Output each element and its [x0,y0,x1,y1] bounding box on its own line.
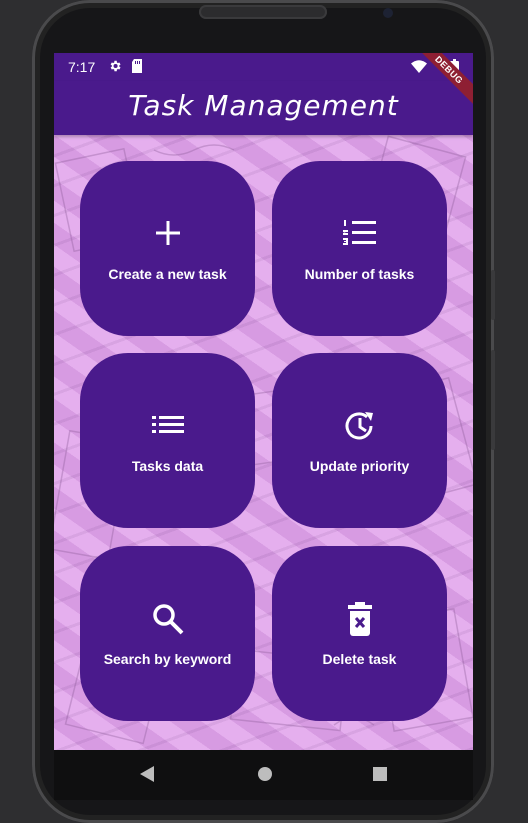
number-of-tasks-button[interactable]: Number of tasks [272,161,447,336]
trash-icon [272,602,447,636]
search-icon [80,602,255,635]
list-icon [80,409,255,441]
status-bar: 7:17 [54,53,473,81]
tile-label: Create a new task [108,266,227,282]
app-screen: 7:17 Task Management DEBUG Create a new … [54,53,473,750]
restore-clock-icon [272,409,447,441]
front-camera [383,8,393,18]
recents-icon[interactable] [371,765,389,788]
device-frame: 7:17 Task Management DEBUG Create a new … [0,0,528,823]
volume-button[interactable] [491,350,495,450]
tile-label: Delete task [322,651,397,667]
numbered-list-icon [272,217,447,249]
earpiece-speaker [199,5,327,19]
search-by-keyword-button[interactable]: Search by keyword [80,546,255,721]
tile-label: Search by keyword [103,651,232,667]
power-button[interactable] [491,270,495,320]
wifi-icon [411,60,427,78]
plus-icon [80,217,255,249]
back-icon[interactable] [138,765,156,788]
sd-card-icon [131,59,143,78]
status-time: 7:17 [68,59,96,75]
tile-label: Tasks data [131,458,204,474]
tile-label: Number of tasks [304,266,415,282]
update-priority-button[interactable]: Update priority [272,353,447,528]
tasks-data-button[interactable]: Tasks data [80,353,255,528]
gear-icon [108,59,122,78]
delete-task-button[interactable]: Delete task [272,546,447,721]
page-title: Task Management [128,89,399,122]
tile-label: Update priority [309,458,410,474]
app-bar: Task Management [54,81,473,135]
system-nav-bar [54,750,473,800]
home-icon[interactable] [256,765,274,788]
create-task-button[interactable]: Create a new task [80,161,255,336]
